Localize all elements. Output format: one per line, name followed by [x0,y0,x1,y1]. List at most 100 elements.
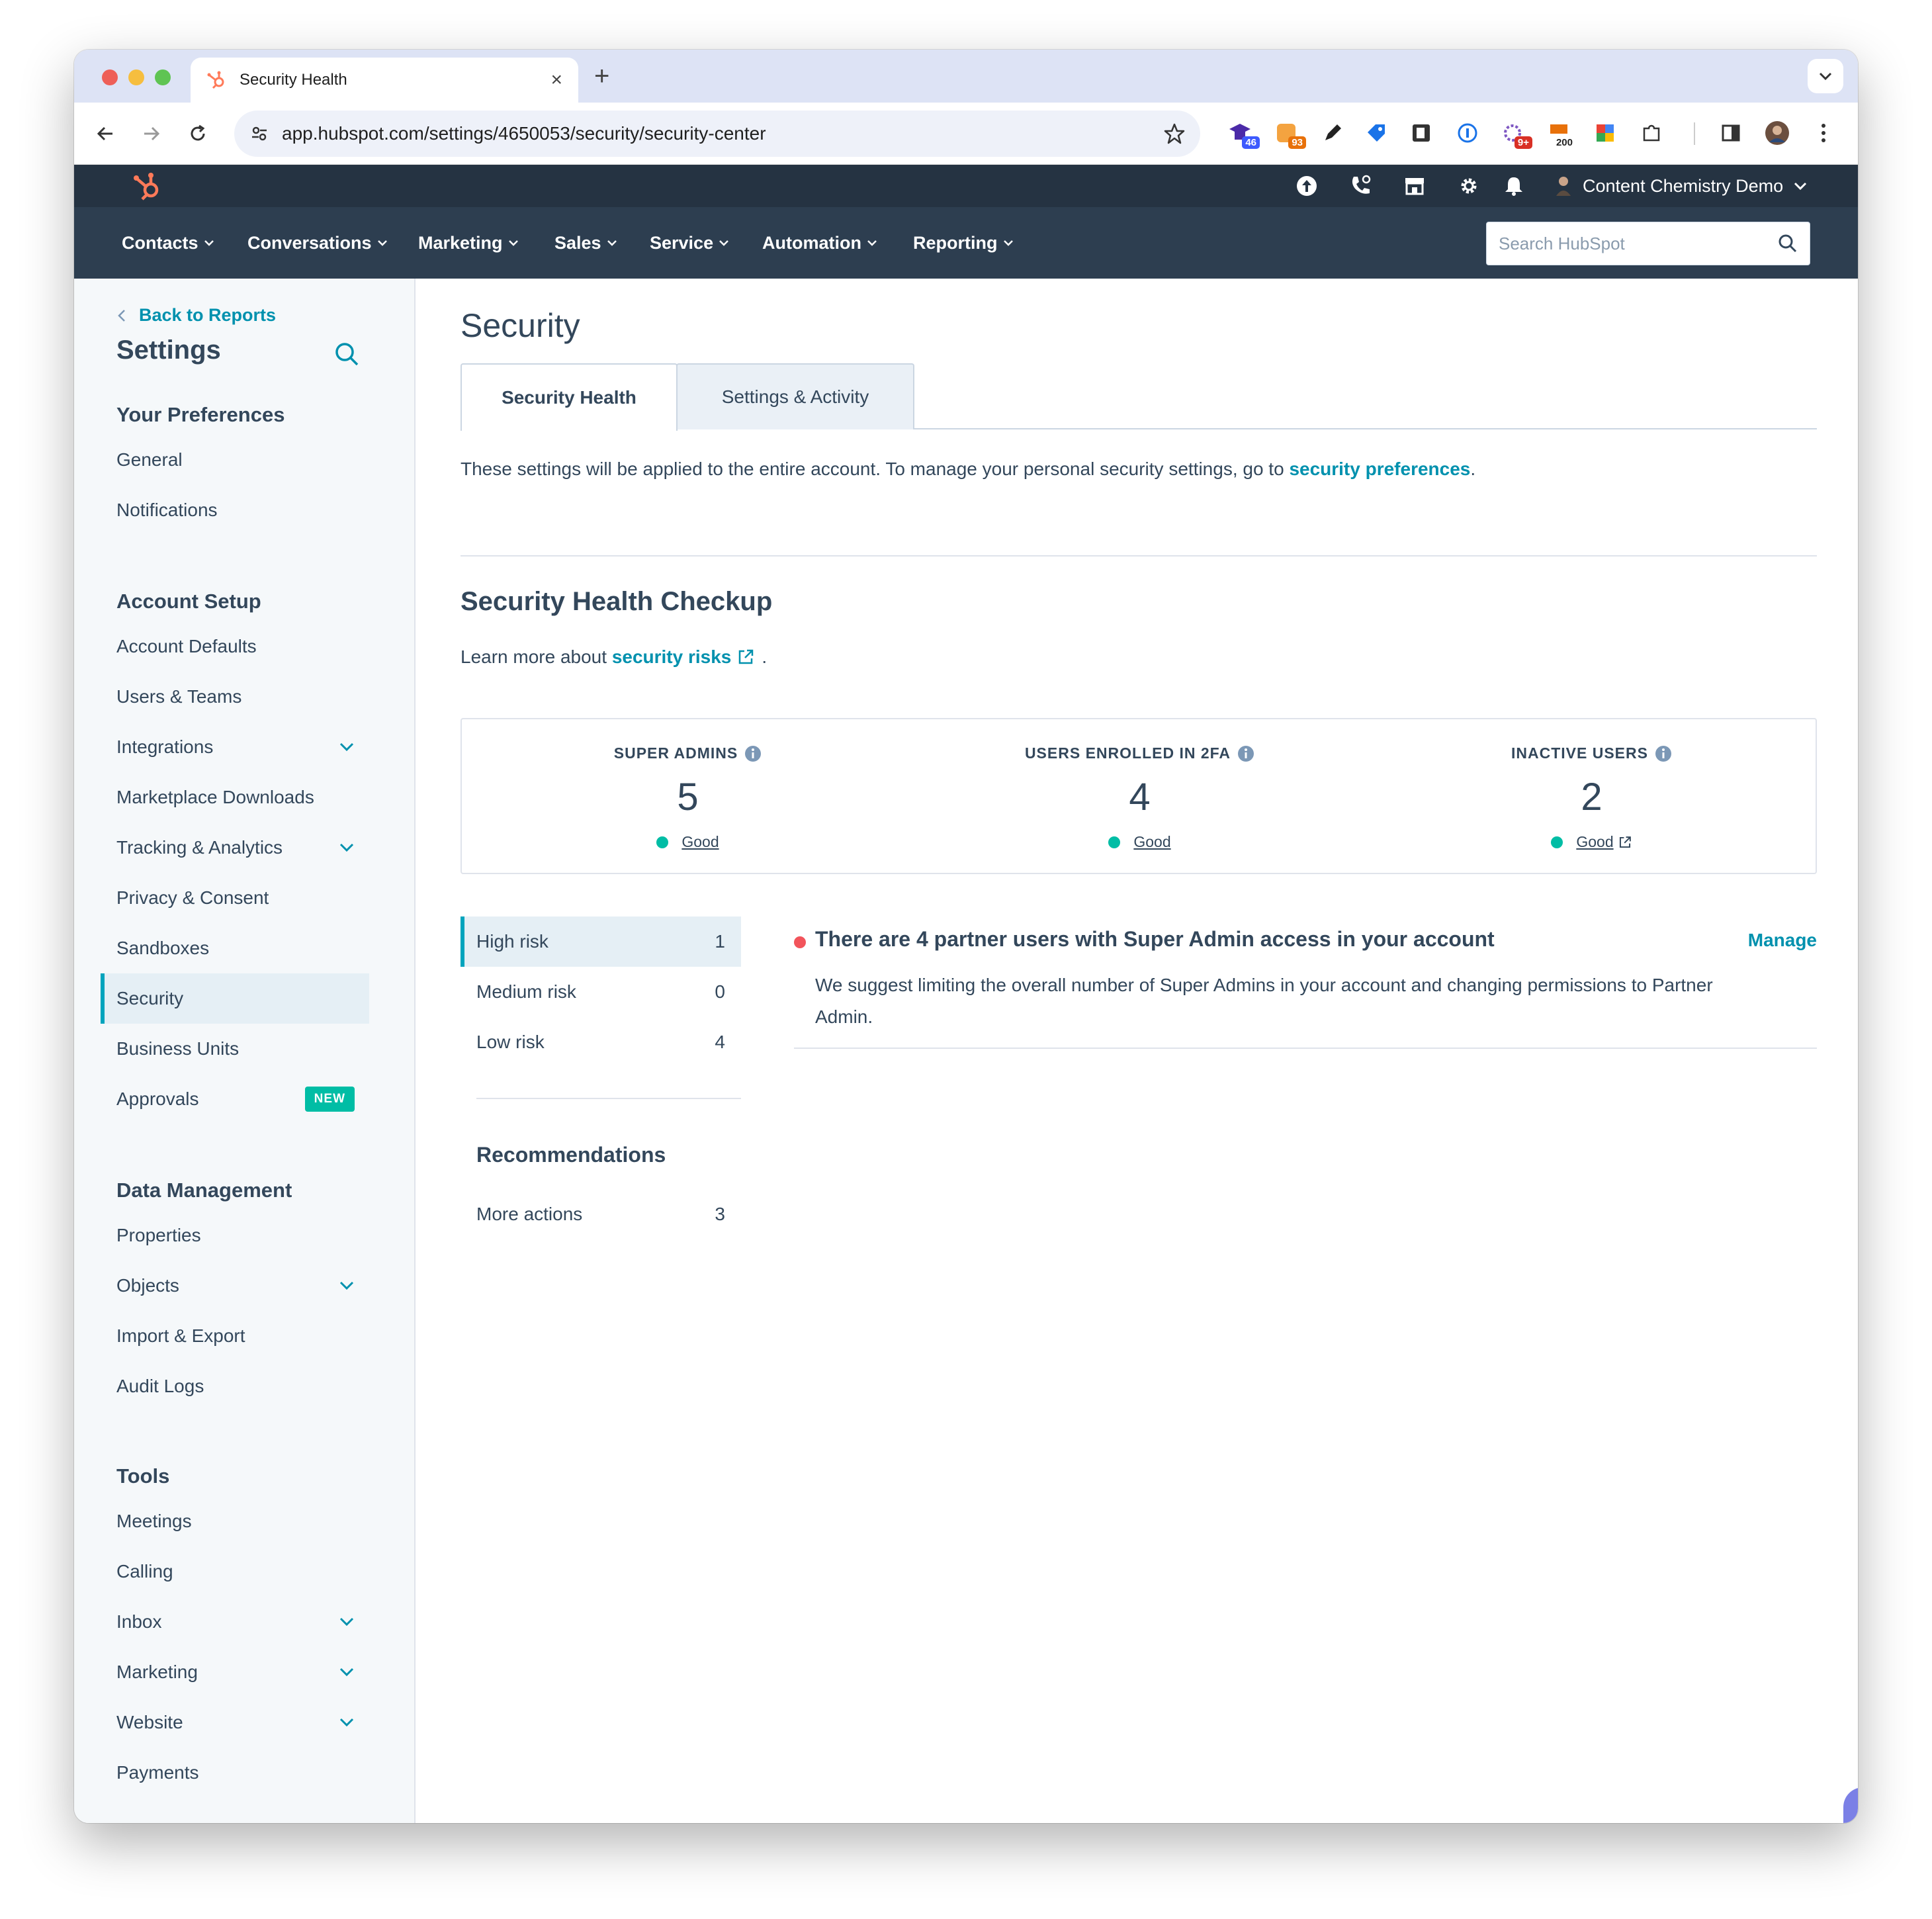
colorful-icon[interactable] [1589,117,1621,149]
chevron-down-icon[interactable] [339,1717,355,1728]
sidebar-item-inbox[interactable]: Inbox [101,1597,369,1647]
info-icon[interactable] [1237,745,1254,762]
external-link-icon[interactable] [1618,835,1632,850]
sidebar-item-import-export[interactable]: Import & Export [101,1311,369,1361]
hubspot-search[interactable] [1486,222,1810,265]
site-info-icon[interactable] [245,119,274,148]
document-icon[interactable] [1405,117,1437,149]
status-link[interactable]: Good [681,833,719,851]
chevron-down-icon[interactable] [339,1617,355,1627]
account-menu[interactable]: Content Chemistry Demo [1555,165,1807,207]
sidebar-item-general[interactable]: General [101,435,369,485]
browser-tab[interactable]: Security Health × [191,58,578,103]
sidebar-item-tracking-analytics[interactable]: Tracking & Analytics [101,823,369,873]
loader-icon[interactable]: 9+ [1497,117,1532,149]
chevron-down-icon[interactable] [339,742,355,752]
sidebar-item-notifications[interactable]: Notifications [101,485,369,535]
sidebar-item-approvals[interactable]: Approvals NEW [101,1074,369,1124]
tab-search-button[interactable] [1808,59,1843,93]
nav-marketing[interactable]: Marketing [418,207,519,279]
nav-contacts[interactable]: Contacts [122,207,214,279]
side-panel-icon[interactable] [1715,117,1747,149]
sidebar-item-integrations[interactable]: Integrations [101,722,369,772]
tag-icon[interactable] [1360,117,1392,149]
nav-automation[interactable]: Automation [762,207,877,279]
chevron-down-icon [607,240,617,246]
sidebar-item-meetings[interactable]: Meetings [101,1496,369,1546]
search-icon[interactable] [1778,234,1798,253]
tab-close-icon[interactable]: × [550,70,562,90]
minimize-window-button[interactable] [128,69,144,85]
maximize-window-button[interactable] [155,69,171,85]
browser-menu-icon[interactable] [1808,117,1839,149]
sidebar-item-privacy-consent[interactable]: Privacy & Consent [101,873,369,923]
chevron-down-icon[interactable] [339,1280,355,1291]
marketplace-icon[interactable] [1401,173,1428,199]
chevron-down-icon[interactable] [339,842,355,853]
tab-security-health[interactable]: Security Health [461,363,678,431]
risk-count: 1 [715,931,725,952]
info-icon[interactable] [744,745,762,762]
nav-conversations[interactable]: Conversations [247,207,388,279]
risk-item-high[interactable]: High risk 1 [461,916,741,967]
sidebar-item-label: Privacy & Consent [116,887,269,908]
back-button[interactable] [90,118,120,149]
security-issue-item: There are 4 partner users with Super Adm… [794,916,1817,1049]
nav-service[interactable]: Service [650,207,729,279]
sidebar-item-payments[interactable]: Payments [101,1748,369,1798]
sidebar-item-users-teams[interactable]: Users & Teams [101,672,369,722]
puzzle-icon[interactable] [1636,117,1667,149]
recommendations-title: Recommendations [476,1143,666,1167]
reload-button[interactable] [183,118,213,149]
status-link[interactable]: Good [1576,833,1613,851]
risk-filter-list: High risk 1 Medium risk 0 Low risk 4 [461,916,741,1067]
sidebar-item-marketplace-downloads[interactable]: Marketplace Downloads [101,772,369,823]
close-window-button[interactable] [102,69,118,85]
extension-orange-icon[interactable]: 93 [1270,117,1306,149]
recommendation-more-actions[interactable]: More actions 3 [461,1189,741,1239]
url-text[interactable]: app.hubspot.com/settings/4650053/securit… [282,123,1163,144]
phone-icon[interactable] [1347,173,1374,199]
manage-link[interactable]: Manage [1748,930,1817,951]
hubspot-logo-icon[interactable] [131,170,163,202]
sidebar-item-calling[interactable]: Calling [101,1546,369,1597]
external-link-icon[interactable] [736,648,755,666]
notifications-bell-icon[interactable] [1501,173,1527,199]
upgrade-icon[interactable] [1294,173,1320,199]
address-bar[interactable]: app.hubspot.com/settings/4650053/securit… [234,111,1200,157]
info-icon[interactable] [1655,745,1672,762]
counter-icon[interactable]: 200 [1543,117,1575,149]
nav-reporting[interactable]: Reporting [913,207,1014,279]
status-link[interactable]: Good [1133,833,1170,851]
password-icon[interactable] [1452,117,1483,149]
nav-label: Reporting [913,232,998,253]
sidebar-item-account-defaults[interactable]: Account Defaults [101,621,369,672]
security-preferences-link[interactable]: security preferences [1289,459,1470,479]
new-tab-button[interactable]: + [594,63,609,89]
sidebar-item-audit-logs[interactable]: Audit Logs [101,1361,369,1411]
nav-sales[interactable]: Sales [554,207,617,279]
forward-button[interactable] [136,118,167,149]
learn-body: Learn more about [461,647,612,667]
chevron-down-icon[interactable] [339,1667,355,1677]
search-input[interactable] [1499,233,1778,254]
stat-label: USERS ENROLLED IN 2FA [1024,744,1231,762]
sidebar-item-security[interactable]: Security [101,973,369,1024]
bookmark-star-icon[interactable] [1163,122,1186,145]
pen-icon[interactable] [1317,117,1348,149]
sidebar-item-objects[interactable]: Objects [101,1261,369,1311]
back-to-reports-link[interactable]: Back to Reports [118,305,276,326]
sidebar-item-marketing[interactable]: Marketing [101,1647,369,1697]
security-risks-link[interactable]: security risks [612,647,732,668]
graduation-icon[interactable]: 46 [1224,117,1260,149]
tab-settings-activity[interactable]: Settings & Activity [676,363,914,429]
risk-item-medium[interactable]: Medium risk 0 [461,967,741,1017]
search-icon[interactable] [333,341,360,367]
profile-avatar[interactable] [1761,117,1793,149]
sidebar-item-website[interactable]: Website [101,1697,369,1748]
sidebar-item-business-units[interactable]: Business Units [101,1024,369,1074]
risk-item-low[interactable]: Low risk 4 [461,1017,741,1067]
sidebar-item-properties[interactable]: Properties [101,1210,369,1261]
sidebar-item-sandboxes[interactable]: Sandboxes [101,923,369,973]
settings-gear-icon[interactable] [1456,173,1482,199]
